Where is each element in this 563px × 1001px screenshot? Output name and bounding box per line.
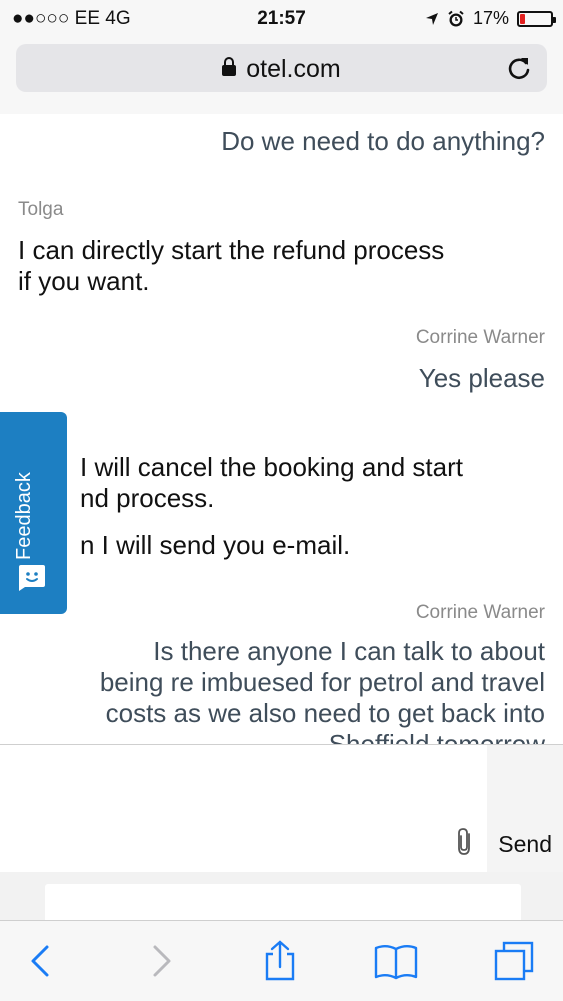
page-below-composer (0, 872, 563, 920)
battery-percent: 17% (472, 8, 509, 28)
sender-name: Corrine Warner (415, 602, 545, 623)
message-line: Sheffield tomorrow (328, 729, 545, 744)
battery-level (520, 13, 525, 24)
forward-icon[interactable] (138, 939, 182, 983)
message-line: being re imbuesed for petrol and travel (99, 667, 545, 697)
chat-message: Corrine Warner Is there anyone I can tal… (100, 597, 545, 744)
share-icon[interactable] (258, 939, 302, 983)
browser-header: otel.com (0, 36, 563, 115)
location-arrow-icon (425, 12, 438, 25)
url-domain: otel.com (246, 55, 341, 83)
message-input[interactable] (0, 745, 487, 873)
chat-message: Do we need to do anything? (221, 126, 545, 157)
back-icon[interactable] (20, 939, 64, 983)
bookmarks-icon[interactable] (374, 939, 418, 983)
send-button[interactable]: Send (498, 831, 552, 858)
sender-name: Tolga (18, 199, 64, 220)
message-line: I can directly start the refund process (18, 235, 445, 265)
message-text: Yes please (418, 363, 545, 393)
status-right: 17% (425, 8, 556, 29)
battery-icon (517, 10, 556, 27)
content-card (45, 884, 521, 920)
message-line: I will cancel the booking and start (80, 452, 463, 482)
chat-message: Corrine Warner Yes please (416, 322, 545, 394)
chat-message: Tolga I can directly start the refund pr… (18, 194, 444, 297)
chat-transcript: Do we need to do anything? Tolga I can d… (0, 114, 563, 744)
browser-toolbar (0, 920, 563, 1001)
sender-name: Corrine Warner (415, 327, 545, 348)
message-line: n I will send you e-mail. (80, 530, 351, 560)
status-bar: ●●○○○ EE 4G 21:57 17% (0, 0, 563, 36)
address-text[interactable]: otel.com (16, 55, 547, 84)
send-area: Send (487, 745, 563, 873)
chat-message: I will cancel the booking and start nd p… (80, 452, 463, 561)
tabs-icon[interactable] (492, 939, 536, 983)
alarm-icon (448, 10, 464, 26)
smiley-chat-icon (19, 565, 45, 591)
message-composer: Send (0, 744, 563, 873)
message-line: nd process. (80, 483, 215, 513)
attachment-icon[interactable] (454, 827, 476, 857)
lock-icon (222, 57, 237, 76)
message-line: Is there anyone I can talk to about (153, 636, 545, 666)
message-line: if you want. (18, 266, 150, 296)
message-line: costs as we also need to get back into (105, 698, 545, 728)
feedback-label: Feedback (13, 472, 35, 560)
address-bar[interactable]: otel.com (16, 44, 547, 92)
message-text: Do we need to do anything? (221, 126, 545, 156)
reload-icon[interactable] (505, 54, 533, 82)
